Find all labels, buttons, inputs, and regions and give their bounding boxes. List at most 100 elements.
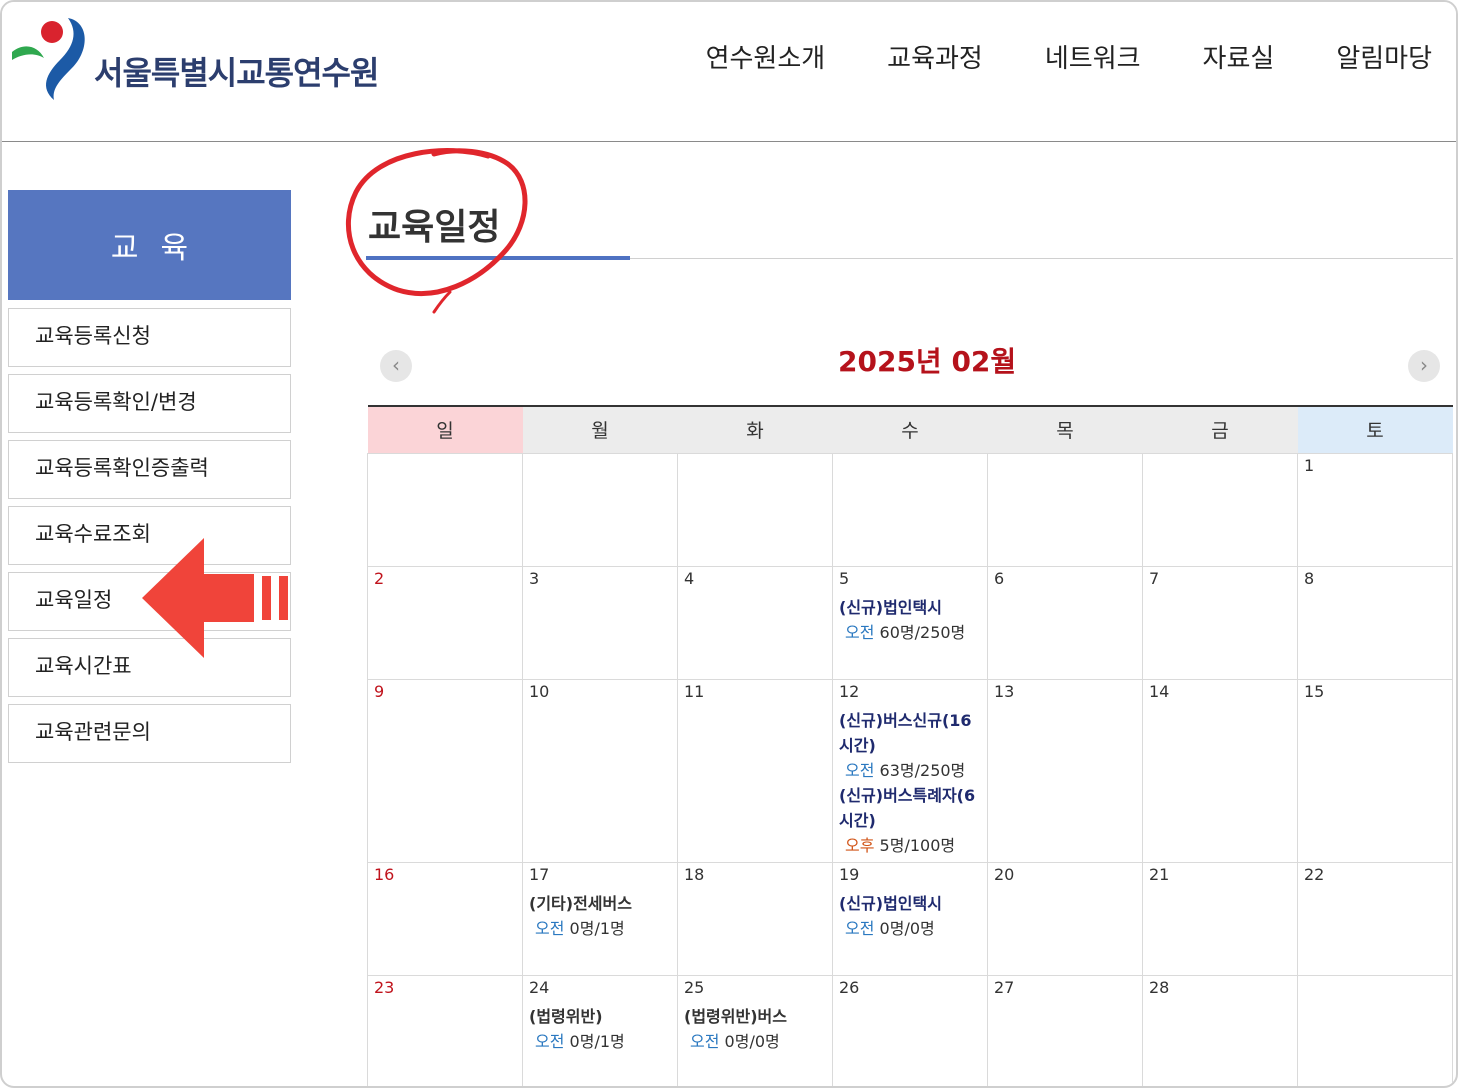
- calendar-day-cell: [367, 452, 523, 567]
- event-period: 오전: [690, 1031, 720, 1051]
- day-number: 9: [374, 681, 385, 701]
- calendar-day-cell: 7: [1142, 565, 1298, 680]
- day-number: 14: [1149, 681, 1170, 701]
- calendar-day-cell: 28: [1142, 974, 1298, 1086]
- event-title-link[interactable]: (신규)법인택시: [839, 595, 981, 620]
- prev-month-button[interactable]: ‹: [380, 350, 412, 382]
- nav-item-courses[interactable]: 교육과정: [887, 38, 983, 75]
- calendar-day-cell: [1297, 974, 1453, 1086]
- event-capacity: 오전 63명/250명: [839, 758, 981, 783]
- event-capacity: 오후 5명/100명: [839, 833, 981, 858]
- event-capacity: 오전 0명/0명: [839, 916, 981, 941]
- calendar-day-cell: 19 (신규)법인택시 오전 0명/0명: [832, 861, 988, 976]
- nav-item-library[interactable]: 자료실: [1203, 38, 1275, 75]
- event-title-link[interactable]: (법령위반): [529, 1004, 671, 1029]
- calendar-week-row: 16 17 (기타)전세버스 오전 0명/1명 18 19 (신규)법인택시 오전 0명/0명…: [367, 861, 1453, 976]
- calendar-day-cell: 22: [1297, 861, 1453, 976]
- calendar-day-cell: 10: [522, 678, 678, 863]
- day-number: 2: [374, 568, 385, 588]
- day-number: 7: [1149, 568, 1160, 588]
- site-header: 서울특별시교통연수원 연수원소개 교육과정 네트워크 자료실 알림마당: [2, 2, 1456, 142]
- nav-item-about[interactable]: 연수원소개: [706, 38, 826, 75]
- day-number: 10: [529, 681, 550, 701]
- weekday-thu: 목: [987, 406, 1143, 453]
- event-capacity: 오전 0명/1명: [529, 1029, 671, 1054]
- day-number: 21: [1149, 864, 1170, 884]
- day-number: 26: [839, 977, 860, 997]
- day-number: 6: [994, 568, 1005, 588]
- calendar-week-row: 9 10 11 12 (신규)버스신규(16시간) 오전 63명/250명 (신규)버스특례…: [367, 678, 1453, 863]
- event-count: 0명/0명: [724, 1031, 780, 1051]
- event-capacity: 오전 60명/250명: [839, 620, 981, 645]
- calendar-day-cell: 14: [1142, 678, 1298, 863]
- sidebar-item-registration[interactable]: 교육등록신청: [8, 308, 291, 367]
- calendar-day-cell: [987, 452, 1143, 567]
- event-title-link[interactable]: (신규)버스신규(16시간): [839, 708, 981, 758]
- event-count: 0명/1명: [569, 918, 625, 938]
- event-period: 오전: [845, 760, 875, 780]
- page-frame: 서울특별시교통연수원 연수원소개 교육과정 네트워크 자료실 알림마당 교육 교…: [0, 0, 1458, 1088]
- event-period: 오전: [845, 918, 875, 938]
- calendar-day-cell: 21: [1142, 861, 1298, 976]
- calendar-day-cell: [522, 452, 678, 567]
- day-number: 3: [529, 568, 540, 588]
- calendar-body: 1 2 3 4 5 (신규)법인택시 오전 60명/250명 6 7 8 9 10 11 12 (신규)버스…: [367, 452, 1453, 1086]
- event-title-link[interactable]: (기타)전세버스: [529, 891, 671, 916]
- sidebar-item-certificate-print[interactable]: 교육등록확인증출력: [8, 440, 291, 499]
- day-number: 16: [374, 864, 395, 884]
- annotation-arrow-icon: [142, 538, 288, 658]
- event-period: 오전: [535, 918, 565, 938]
- event-title-link[interactable]: (신규)법인택시: [839, 891, 981, 916]
- day-number: 11: [684, 681, 705, 701]
- calendar-day-cell: 11: [677, 678, 833, 863]
- event-count: 63명/250명: [879, 760, 966, 780]
- day-number: 5: [839, 568, 850, 588]
- annotation-circle-icon: [346, 148, 528, 314]
- calendar-day-cell: 3: [522, 565, 678, 680]
- calendar-week-row: 1: [367, 452, 1453, 567]
- day-number: 19: [839, 864, 860, 884]
- event-title-link[interactable]: (법령위반)버스: [684, 1004, 826, 1029]
- next-month-button[interactable]: ›: [1408, 350, 1440, 382]
- calendar-day-cell: 8: [1297, 565, 1453, 680]
- calendar-day-cell: 16: [367, 861, 523, 976]
- day-number: 13: [994, 681, 1015, 701]
- calendar-day-cell: 18: [677, 861, 833, 976]
- calendar-day-cell: 25 (법령위반)버스 오전 0명/0명: [677, 974, 833, 1086]
- calendar-week-row: 2 3 4 5 (신규)법인택시 오전 60명/250명 6 7 8: [367, 565, 1453, 680]
- nav-item-notice[interactable]: 알림마당: [1336, 38, 1432, 75]
- day-number: 28: [1149, 977, 1170, 997]
- event-capacity: 오전 0명/0명: [684, 1029, 826, 1054]
- calendar-day-cell: 5 (신규)법인택시 오전 60명/250명: [832, 565, 988, 680]
- day-number: 1: [1304, 455, 1315, 475]
- day-number: 4: [684, 568, 695, 588]
- day-number: 23: [374, 977, 395, 997]
- main-nav: 연수원소개 교육과정 네트워크 자료실 알림마당: [644, 38, 1432, 75]
- month-label: 2025년 02월: [838, 345, 1017, 378]
- calendar-day-cell: 6: [987, 565, 1143, 680]
- day-number: 22: [1304, 864, 1325, 884]
- calendar-day-cell: 24 (법령위반) 오전 0명/1명: [522, 974, 678, 1086]
- calendar-table: 일 월 화 수 목 금 토 1 2 3 4 5 (신규)법인택시 오전 60명/250명 6 7…: [367, 405, 1453, 1086]
- sidebar-title: 교육: [8, 190, 291, 300]
- calendar-day-cell: 9: [367, 678, 523, 863]
- calendar-day-cell: [1142, 452, 1298, 567]
- weekday-fri: 금: [1142, 406, 1298, 453]
- day-number: 8: [1304, 568, 1315, 588]
- sidebar-item-inquiry[interactable]: 교육관련문의: [8, 704, 291, 763]
- event-capacity: 오전 0명/1명: [529, 916, 671, 941]
- event-title-link[interactable]: (신규)버스특례자(6시간): [839, 783, 981, 833]
- nav-item-network[interactable]: 네트워크: [1045, 38, 1141, 75]
- calendar-day-cell: 13: [987, 678, 1143, 863]
- sidebar-item-registration-check[interactable]: 교육등록확인/변경: [8, 374, 291, 433]
- calendar-day-cell: 17 (기타)전세버스 오전 0명/1명: [522, 861, 678, 976]
- event-period: 오전: [845, 622, 875, 642]
- calendar-day-cell: [832, 452, 988, 567]
- site-logo[interactable]: 서울특별시교통연수원: [10, 12, 379, 112]
- calendar-day-cell: 12 (신규)버스신규(16시간) 오전 63명/250명 (신규)버스특례자(6시간…: [832, 678, 988, 863]
- calendar-day-cell: 20: [987, 861, 1143, 976]
- weekday-mon: 월: [522, 406, 678, 453]
- event-count: 60명/250명: [879, 622, 966, 642]
- day-number: 25: [684, 977, 705, 997]
- day-number: 18: [684, 864, 705, 884]
